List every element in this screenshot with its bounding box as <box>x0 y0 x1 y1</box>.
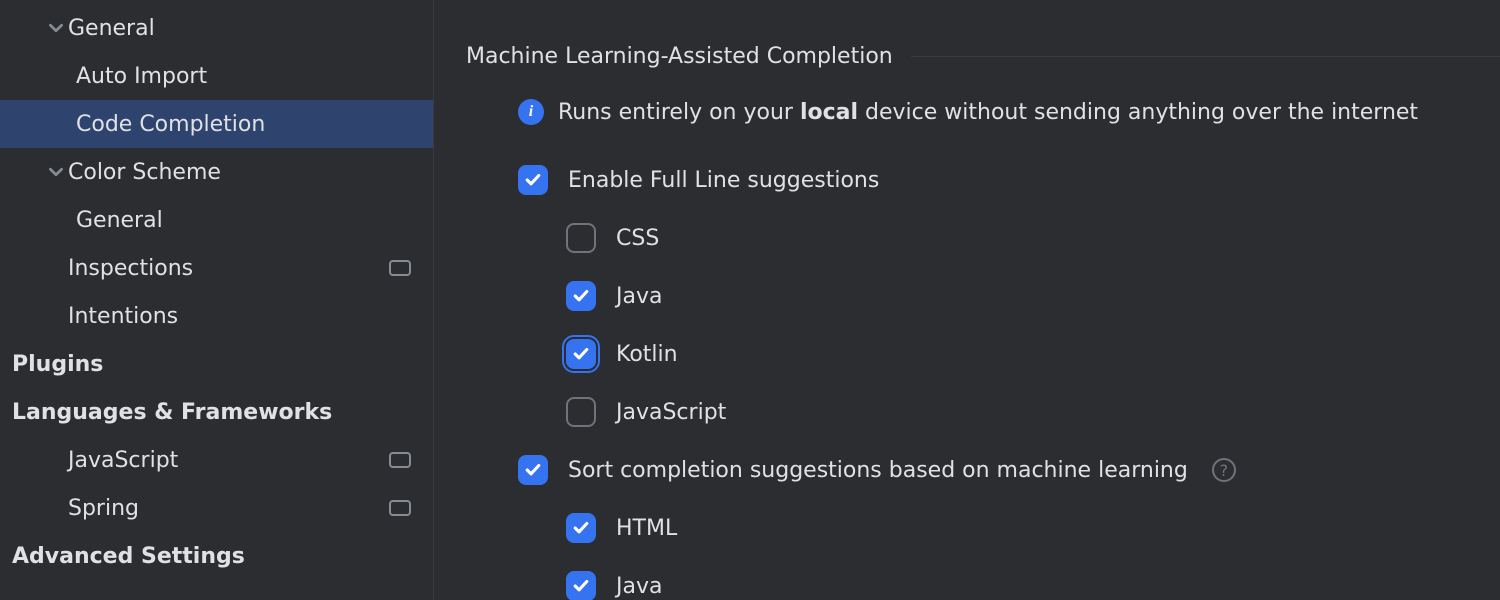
sidebar-item-label: General <box>68 16 155 41</box>
enable-full-line-checkbox[interactable] <box>518 165 548 195</box>
sidebar-item-label: JavaScript <box>68 448 178 473</box>
sort-ml-lang-html-checkbox[interactable] <box>566 513 596 543</box>
info-text-pre: Runs entirely on your <box>558 100 800 125</box>
overrides-badge-icon <box>389 500 411 516</box>
sidebar-item-code-completion[interactable]: Code Completion <box>0 100 433 148</box>
sidebar-item-label: Advanced Settings <box>12 544 245 569</box>
chevron-down-icon <box>44 21 68 35</box>
sort-ml-lang-java: Java <box>466 557 1500 600</box>
sidebar-item-spring[interactable]: Spring <box>0 484 433 532</box>
full-line-lang-javascript-label[interactable]: JavaScript <box>616 400 726 425</box>
full-line-lang-javascript: JavaScript <box>466 383 1500 441</box>
sidebar-item-label: Code Completion <box>76 112 265 137</box>
info-text-bold: local <box>800 100 858 125</box>
full-line-lang-css-label[interactable]: CSS <box>616 226 659 251</box>
sidebar-item-label: Auto Import <box>76 64 207 89</box>
section-header: Machine Learning-Assisted Completion <box>466 44 1500 69</box>
info-text-post: device without sending anything over the… <box>858 100 1418 125</box>
full-line-lang-java: Java <box>466 267 1500 325</box>
enable-full-line: Enable Full Line suggestions <box>466 151 1500 209</box>
sort-ml-lang-html-label[interactable]: HTML <box>616 516 677 541</box>
full-line-lang-css: CSS <box>466 209 1500 267</box>
sidebar-item-label: General <box>76 208 163 233</box>
sidebar-item-label: Color Scheme <box>68 160 221 185</box>
sidebar-item-advanced-settings[interactable]: Advanced Settings <box>0 532 433 580</box>
sort-ml-label[interactable]: Sort completion suggestions based on mac… <box>568 458 1188 483</box>
sidebar-item-inspections[interactable]: Inspections <box>0 244 433 292</box>
sidebar-item-general[interactable]: General <box>0 4 433 52</box>
sidebar-item-label: Plugins <box>12 352 103 377</box>
section-divider <box>911 56 1500 57</box>
sidebar-item-plugins[interactable]: Plugins <box>0 340 433 388</box>
sidebar-item-javascript[interactable]: JavaScript <box>0 436 433 484</box>
sort-ml-lang-java-checkbox[interactable] <box>566 571 596 600</box>
sidebar-item-label: Intentions <box>68 304 178 329</box>
full-line-lang-kotlin: Kotlin <box>466 325 1500 383</box>
sidebar-item-color-scheme[interactable]: Color Scheme <box>0 148 433 196</box>
sort-ml-lang-html: HTML <box>466 499 1500 557</box>
info-icon: i <box>518 99 544 125</box>
sidebar-item-label: Languages & Frameworks <box>12 400 332 425</box>
full-line-lang-kotlin-label[interactable]: Kotlin <box>616 342 678 367</box>
enable-full-line-label[interactable]: Enable Full Line suggestions <box>568 168 879 193</box>
sort-ml-lang-java-label[interactable]: Java <box>616 574 662 599</box>
section-title: Machine Learning-Assisted Completion <box>466 44 893 69</box>
chevron-down-icon <box>44 165 68 179</box>
sidebar-item-label: Spring <box>68 496 139 521</box>
overrides-badge-icon <box>389 452 411 468</box>
sort-ml: Sort completion suggestions based on mac… <box>466 441 1500 499</box>
full-line-lang-java-label[interactable]: Java <box>616 284 662 309</box>
full-line-lang-javascript-checkbox[interactable] <box>566 397 596 427</box>
sidebar-item-languages-frameworks[interactable]: Languages & Frameworks <box>0 388 433 436</box>
sidebar-item-label: Inspections <box>68 256 193 281</box>
settings-sidebar: General Auto Import Code Completion Color S… <box>0 0 434 600</box>
sidebar-item-auto-import[interactable]: Auto Import <box>0 52 433 100</box>
sidebar-item-general[interactable]: General <box>0 196 433 244</box>
full-line-lang-kotlin-checkbox[interactable] <box>566 339 596 369</box>
sort-ml-checkbox[interactable] <box>518 455 548 485</box>
sidebar-item-intentions[interactable]: Intentions <box>0 292 433 340</box>
full-line-lang-css-checkbox[interactable] <box>566 223 596 253</box>
full-line-lang-java-checkbox[interactable] <box>566 281 596 311</box>
help-icon[interactable]: ? <box>1212 458 1236 482</box>
info-row: i Runs entirely on your local device wit… <box>466 99 1500 125</box>
overrides-badge-icon <box>389 260 411 276</box>
settings-main-panel: Machine Learning-Assisted Completion i R… <box>434 0 1500 600</box>
info-text: Runs entirely on your local device witho… <box>558 100 1418 125</box>
